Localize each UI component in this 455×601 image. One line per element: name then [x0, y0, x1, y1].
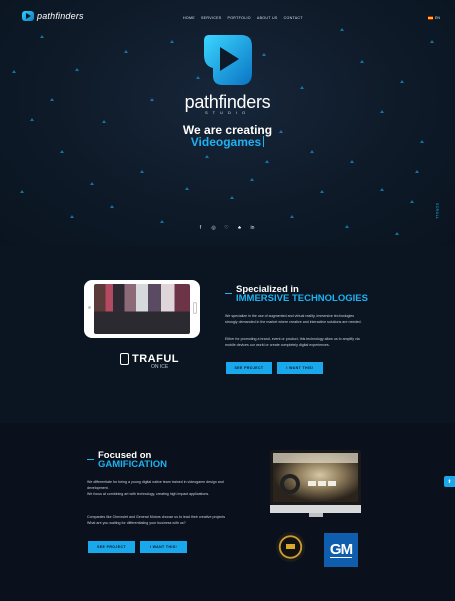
- immersive-heading-2: IMMERSIVE TECHNOLOGIES: [236, 293, 368, 304]
- gamification-paragraph-2: Companies like Chevrolet and General Mot…: [87, 515, 226, 525]
- logo-mark-icon: [22, 11, 34, 21]
- particle-triangle: [380, 110, 384, 113]
- particle-triangle: [20, 190, 24, 193]
- particle-triangle: [102, 120, 106, 123]
- hero-rotating-word: Videogames: [150, 135, 305, 149]
- monitor-mockup: [270, 450, 361, 505]
- particle-triangle: [160, 220, 164, 223]
- particle-triangle: [50, 98, 54, 101]
- i-want-this-button[interactable]: I WANT THIS!: [277, 362, 323, 374]
- nav-logo[interactable]: pathfinders: [22, 11, 84, 21]
- pathfinders-logo-icon: [204, 35, 252, 85]
- monitor-chin: [270, 505, 361, 513]
- particle-triangle: [430, 40, 434, 43]
- particle-triangle: [310, 150, 314, 153]
- phone-mockup: [84, 280, 200, 338]
- language-selector[interactable]: EN: [428, 16, 440, 20]
- see-project-button[interactable]: SEE PROJECT: [226, 362, 272, 374]
- particle-triangle: [340, 28, 344, 31]
- nav-link-home[interactable]: HOME: [183, 16, 195, 20]
- particle-triangle: [30, 118, 34, 121]
- phone-home-button: [193, 302, 197, 314]
- monitor-stand: [309, 513, 323, 517]
- particle-triangle: [360, 60, 364, 63]
- gm-logo-text: GM: [329, 541, 353, 558]
- phone-camera: [88, 306, 91, 309]
- facebook-icon[interactable]: f: [198, 225, 203, 231]
- particle-triangle: [350, 160, 354, 163]
- particle-triangle: [75, 68, 79, 71]
- chevrolet-bowtie-icon: [286, 544, 295, 549]
- scroll-side-label[interactable]: SCROLL: [435, 203, 439, 219]
- phone-screen-image: [94, 284, 190, 334]
- gm-logo: GM: [324, 533, 358, 567]
- traful-logo-sub: ON ICE: [151, 364, 169, 370]
- particle-triangle: [320, 190, 324, 193]
- nav-link-portfolio[interactable]: PORTFOLIO: [228, 16, 251, 20]
- i-want-this-button[interactable]: I WANT THIS!: [140, 541, 187, 553]
- twitter-icon[interactable]: ♡: [224, 225, 229, 231]
- side-scroll-button[interactable]: ⬆: [444, 476, 455, 487]
- gamification-heading-2: GAMIFICATION: [98, 459, 167, 470]
- traful-mark-icon: [120, 353, 129, 365]
- nav-link-about[interactable]: ABOUT US: [257, 16, 278, 20]
- nav-link-services[interactable]: SERVICES: [201, 16, 222, 20]
- particle-triangle: [345, 225, 349, 228]
- hero-section: pathfinders HOME SERVICES PORTFOLIO ABOU…: [0, 0, 455, 246]
- language-label: EN: [435, 16, 440, 20]
- particle-triangle: [185, 187, 189, 190]
- chevrolet-badge-logo: [276, 532, 305, 562]
- particle-triangle: [40, 35, 44, 38]
- typing-cursor: [263, 136, 265, 147]
- nav-logo-text: pathfinders: [37, 11, 84, 21]
- particle-triangle: [70, 215, 74, 218]
- particle-triangle: [410, 200, 414, 203]
- particle-triangle: [205, 155, 209, 158]
- gamification-paragraph-1: We differentiate for being a young digit…: [87, 480, 224, 496]
- particle-triangle: [170, 40, 174, 43]
- main-nav: HOME SERVICES PORTFOLIO ABOUT US CONTACT: [183, 16, 303, 20]
- gamification-section: [0, 423, 455, 601]
- particle-triangle: [415, 170, 419, 173]
- particle-triangle: [300, 86, 304, 89]
- particle-triangle: [380, 188, 384, 191]
- particle-triangle: [290, 215, 294, 218]
- chevron-up-icon: ⬆: [447, 478, 452, 485]
- social-links: f ◎ ♡ ♣ in: [198, 225, 255, 231]
- particle-triangle: [420, 140, 424, 143]
- spain-flag-icon: [428, 16, 433, 20]
- particle-triangle: [60, 150, 64, 153]
- particle-triangle: [265, 160, 269, 163]
- particle-triangle: [12, 70, 16, 73]
- particle-triangle: [250, 178, 254, 181]
- instagram-icon[interactable]: ◎: [211, 225, 216, 231]
- particle-triangle: [110, 205, 114, 208]
- immersive-paragraph-1: We specialize in the use of augmented an…: [225, 314, 362, 324]
- immersive-section: [0, 246, 455, 423]
- particle-triangle: [150, 98, 154, 101]
- particle-triangle: [262, 53, 266, 56]
- hero-brand-sub: STUDIO: [204, 110, 251, 115]
- particle-triangle: [230, 196, 234, 199]
- particle-triangle: [124, 50, 128, 53]
- screen-card: [308, 481, 316, 486]
- heading-dash: [225, 293, 232, 294]
- particle-triangle: [395, 232, 399, 235]
- monitor-screen-glare: [273, 453, 358, 463]
- immersive-paragraph-2: Either for promoting a brand, event or p…: [225, 337, 360, 347]
- particle-triangle: [90, 182, 94, 185]
- nav-link-contact[interactable]: CONTACT: [284, 16, 303, 20]
- particle-triangle: [140, 170, 144, 173]
- traful-logo: TRAFUL ON ICE: [120, 353, 179, 370]
- vine-icon[interactable]: ♣: [237, 225, 242, 231]
- see-project-button[interactable]: SEE PROJECT: [88, 541, 135, 553]
- heading-dash: [87, 459, 94, 460]
- screen-card: [318, 481, 326, 486]
- particle-triangle: [400, 80, 404, 83]
- linkedin-icon[interactable]: in: [250, 225, 255, 231]
- particle-triangle: [196, 76, 200, 79]
- screen-card: [328, 481, 336, 486]
- steering-wheel-graphic: [280, 474, 300, 494]
